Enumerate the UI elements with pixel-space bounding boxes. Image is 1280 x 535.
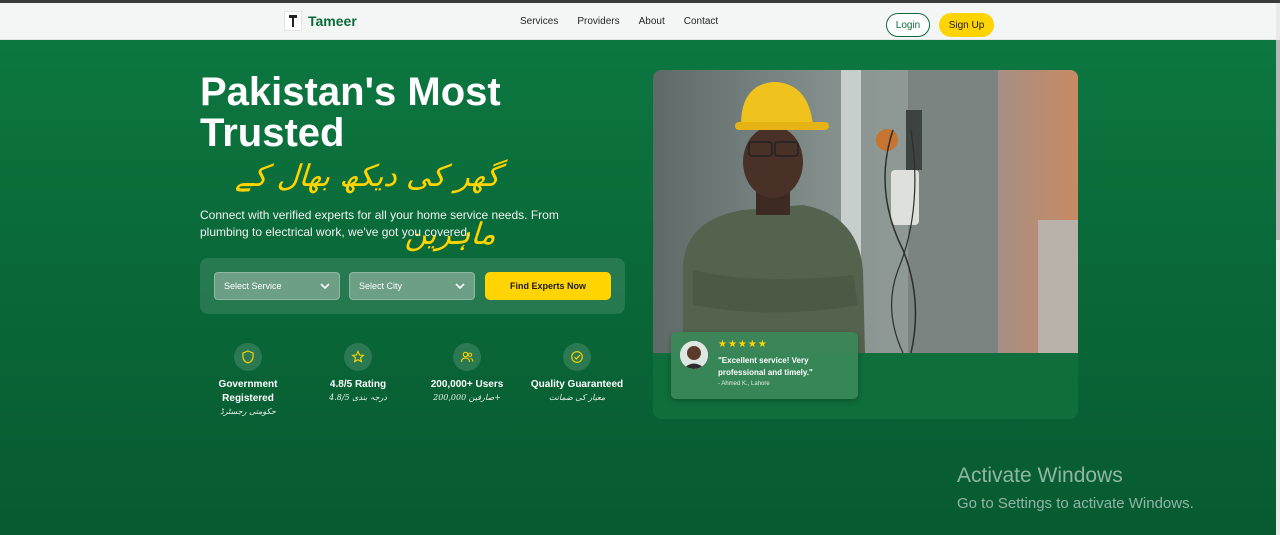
hero-urdu-tagline: گھر کی دیکھ بھال کے ماہرین bbox=[234, 159, 502, 252]
hammer-logo-icon bbox=[284, 11, 302, 31]
find-experts-button[interactable]: Find Experts Now bbox=[485, 272, 611, 300]
avatar bbox=[680, 341, 708, 369]
stat-title: Quality Guaranteed bbox=[530, 379, 624, 390]
nav-providers[interactable]: Providers bbox=[577, 16, 619, 27]
stat-title: 200,000+ Users bbox=[430, 379, 504, 390]
login-button[interactable]: Login bbox=[886, 13, 930, 37]
activate-windows-title: Activate Windows bbox=[957, 464, 1123, 487]
nav-about[interactable]: About bbox=[639, 16, 665, 27]
star-icon bbox=[344, 343, 372, 371]
navbar: Tameer Services Providers About Contact … bbox=[0, 3, 1276, 40]
hero-subtitle: Connect with verified experts for all yo… bbox=[200, 208, 559, 239]
electrician-photo bbox=[653, 70, 1078, 353]
activate-windows-subtitle: Go to Settings to activate Windows. bbox=[957, 495, 1194, 512]
nav-contact[interactable]: Contact bbox=[684, 16, 718, 27]
service-select[interactable]: Select Service bbox=[214, 272, 340, 300]
shield-icon bbox=[234, 343, 262, 371]
stat-users: 200,000+ Users صارفین 200,000+ bbox=[412, 343, 522, 402]
review-quote: "Excellent service! Very professional an… bbox=[718, 356, 813, 377]
stat-urdu: درجہ بندی 4.8/5 bbox=[329, 393, 387, 402]
brand[interactable]: Tameer bbox=[284, 11, 357, 31]
stat-urdu: معیار کی ضمانت bbox=[548, 393, 606, 402]
stat-quality: Quality Guaranteed معیار کی ضمانت bbox=[522, 343, 632, 402]
stat-urdu: حکومتی رجسٹرڈ bbox=[220, 407, 276, 416]
chevron-down-icon bbox=[455, 283, 465, 290]
users-icon bbox=[453, 343, 481, 371]
review-card: ★★★★★ "Excellent service! Very professio… bbox=[671, 332, 858, 399]
city-select-value: Select City bbox=[359, 281, 403, 291]
search-panel: Select Service Select City Find Experts … bbox=[200, 258, 625, 314]
brand-name: Tameer bbox=[308, 13, 357, 29]
service-select-value: Select Service bbox=[224, 281, 282, 291]
scrollbar-thumb[interactable] bbox=[1276, 40, 1280, 240]
hero-title: Pakistan's Most Trusted bbox=[200, 70, 501, 155]
review-author: - Ahmed K., Lahore bbox=[718, 381, 770, 387]
stat-rating: 4.8/5 Rating درجہ بندی 4.8/5 bbox=[303, 343, 413, 402]
signup-button[interactable]: Sign Up bbox=[939, 13, 994, 37]
chevron-down-icon bbox=[320, 283, 330, 290]
main-nav: Services Providers About Contact bbox=[520, 16, 718, 27]
stat-government-registered: Government Registered حکومتی رجسٹرڈ bbox=[193, 343, 303, 416]
stat-title: 4.8/5 Rating bbox=[329, 379, 387, 390]
rating-stars: ★★★★★ bbox=[718, 339, 768, 350]
stat-title: Government Registered bbox=[218, 379, 278, 404]
city-select[interactable]: Select City bbox=[349, 272, 475, 300]
stat-urdu: صارفین 200,000+ bbox=[433, 393, 501, 402]
check-circle-icon bbox=[563, 343, 591, 371]
nav-services[interactable]: Services bbox=[520, 16, 558, 27]
